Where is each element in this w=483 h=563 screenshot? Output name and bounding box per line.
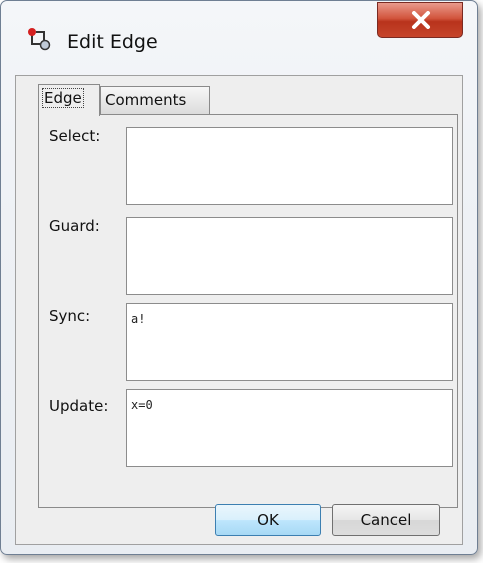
window-title: Edit Edge (67, 31, 158, 53)
tab-edge-label: Edge (42, 88, 84, 108)
close-button[interactable] (377, 2, 463, 38)
sync-field[interactable]: a! (126, 303, 453, 381)
edit-edge-dialog: Edit Edge Edge Comments Select: Guard: S… (0, 0, 478, 555)
cancel-button[interactable]: Cancel (332, 504, 440, 536)
sync-label: Sync: (49, 307, 91, 325)
guard-field[interactable] (126, 217, 453, 295)
edge-panel: Select: Guard: Sync: a! Update: x=0 (38, 114, 458, 508)
select-label: Select: (49, 127, 101, 145)
edge-graph-icon (27, 27, 51, 51)
ok-button[interactable]: OK (215, 504, 321, 536)
tab-comments[interactable]: Comments (100, 86, 210, 114)
select-field[interactable] (126, 127, 453, 205)
tab-comments-label: Comments (105, 91, 187, 109)
close-icon (412, 11, 430, 29)
dialog-content: Edge Comments Select: Guard: Sync: a! Up… (15, 75, 463, 545)
update-label: Update: (49, 397, 109, 415)
update-field[interactable]: x=0 (126, 389, 453, 467)
title-bar[interactable]: Edit Edge (1, 1, 477, 67)
tab-edge[interactable]: Edge (38, 84, 100, 116)
guard-label: Guard: (49, 217, 100, 235)
